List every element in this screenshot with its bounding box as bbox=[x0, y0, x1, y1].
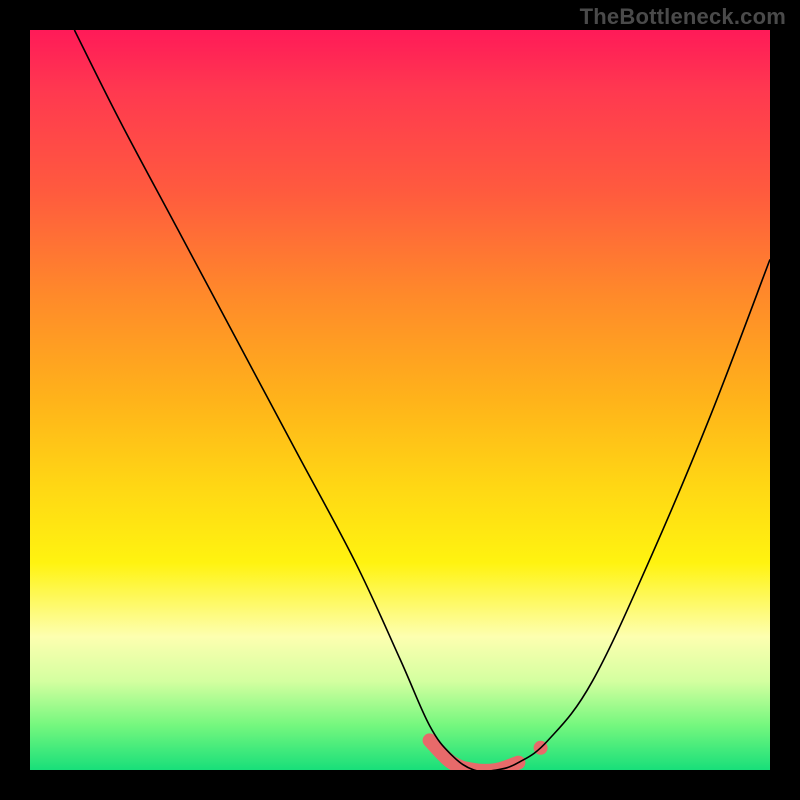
watermark-text: TheBottleneck.com bbox=[580, 4, 786, 30]
chart-frame: TheBottleneck.com bbox=[0, 0, 800, 800]
curve-layer bbox=[30, 30, 770, 770]
plot-area bbox=[30, 30, 770, 770]
bottleneck-curve bbox=[74, 30, 770, 770]
